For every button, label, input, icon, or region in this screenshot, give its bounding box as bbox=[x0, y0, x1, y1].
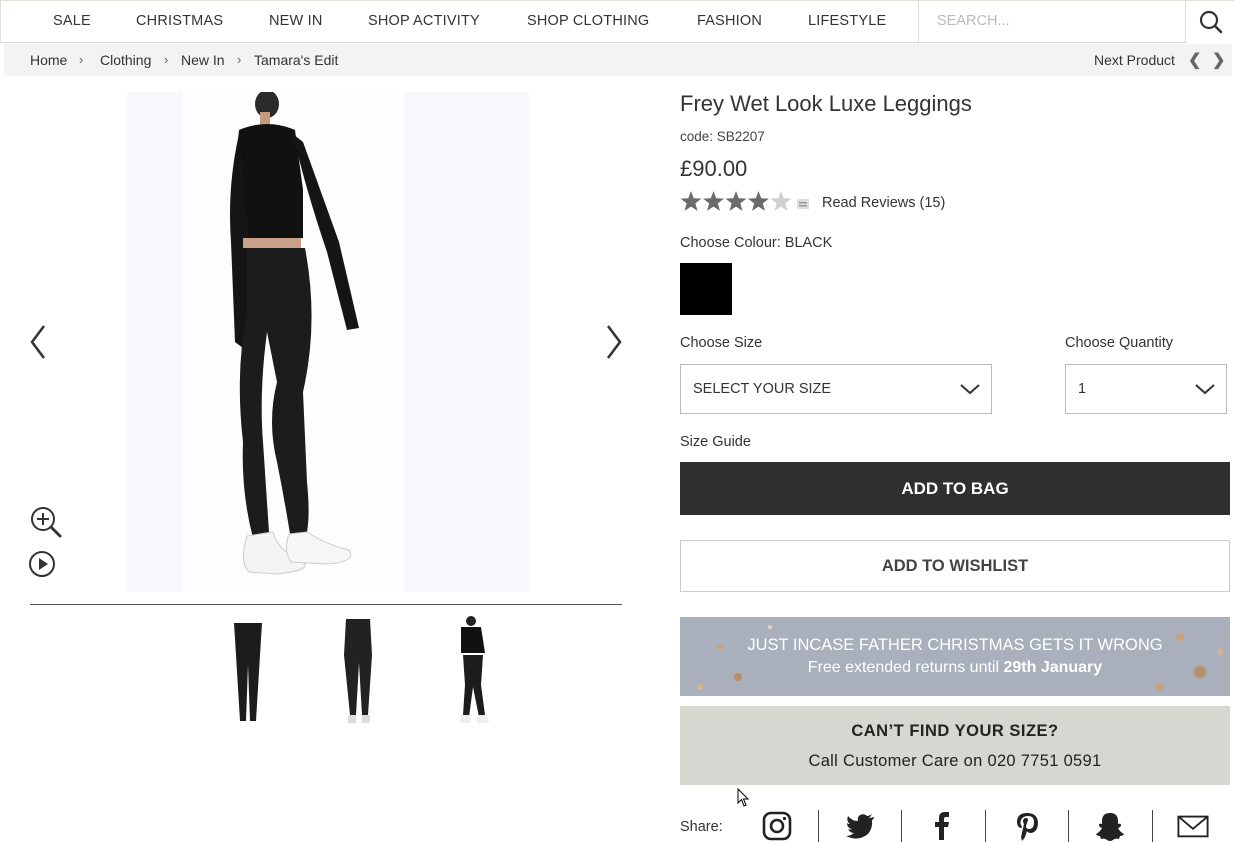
share-divider bbox=[985, 810, 986, 842]
nav-item-sale[interactable]: SALE bbox=[53, 13, 91, 29]
add-to-wishlist-button[interactable]: ADD TO WISHLIST bbox=[680, 540, 1230, 592]
breadcrumb-home[interactable]: Home bbox=[30, 52, 67, 68]
search-input[interactable] bbox=[937, 13, 1157, 29]
thumbnail-1[interactable] bbox=[220, 615, 276, 727]
nav-item-lifestyle[interactable]: LIFESTYLE bbox=[808, 13, 886, 29]
rating-star-icon bbox=[748, 191, 769, 211]
rating-star-icon bbox=[680, 191, 702, 211]
product-price: £90.00 bbox=[680, 156, 748, 181]
top-navigation: SALE CHRISTMAS NEW IN SHOP ACTIVITY SHOP… bbox=[0, 0, 1234, 44]
share-divider bbox=[1068, 810, 1069, 842]
share-divider bbox=[818, 810, 819, 842]
prev-product-arrow-icon[interactable]: ❮ bbox=[1188, 50, 1201, 70]
share-divider bbox=[1152, 810, 1153, 842]
facebook-icon[interactable] bbox=[926, 810, 958, 842]
promo-line-1: JUST INCASE FATHER CHRISTMAS GETS IT WRO… bbox=[747, 636, 1163, 654]
breadcrumb-new-in[interactable]: New In bbox=[181, 52, 225, 68]
choose-colour-label: Choose Colour: BLACK bbox=[680, 235, 833, 251]
pinterest-icon[interactable] bbox=[1011, 810, 1043, 842]
breadcrumb-separator: › bbox=[237, 52, 242, 67]
quantity-select-value: 1 bbox=[1078, 381, 1087, 397]
twitter-icon[interactable] bbox=[844, 810, 876, 842]
rating-star-icon bbox=[703, 191, 724, 211]
search-icon bbox=[1199, 10, 1223, 34]
size-select[interactable]: SELECT YOUR SIZE bbox=[680, 364, 992, 414]
choose-size-label: Choose Size bbox=[680, 335, 763, 351]
next-product-label[interactable]: Next Product bbox=[1094, 52, 1175, 68]
search-button[interactable] bbox=[1185, 1, 1234, 43]
review-comment-icon bbox=[797, 199, 809, 209]
email-icon[interactable] bbox=[1177, 810, 1209, 842]
promo-decoration bbox=[697, 625, 1223, 691]
cant-find-size-heading: CAN’T FIND YOUR SIZE? bbox=[851, 722, 1059, 740]
breadcrumb-current: Tamara's Edit bbox=[254, 52, 339, 68]
product-title: Frey Wet Look Luxe Leggings bbox=[680, 91, 972, 116]
nav-item-fashion[interactable]: FASHION bbox=[697, 13, 762, 29]
gallery-divider bbox=[30, 604, 622, 605]
play-video-icon[interactable] bbox=[28, 549, 58, 579]
customer-care-phone: Call Customer Care on 020 7751 0591 bbox=[808, 752, 1102, 770]
rating-star-icon bbox=[725, 191, 747, 211]
quantity-select[interactable]: 1 bbox=[1065, 364, 1227, 414]
nav-item-christmas[interactable]: CHRISTMAS bbox=[136, 13, 223, 29]
model-figure-image bbox=[230, 92, 359, 575]
gallery-prev-arrow-icon[interactable] bbox=[26, 322, 50, 362]
read-reviews-link[interactable]: Read Reviews (15) bbox=[822, 195, 945, 211]
snapchat-icon[interactable] bbox=[1094, 810, 1126, 842]
instagram-icon[interactable] bbox=[761, 810, 793, 842]
product-main-image[interactable] bbox=[127, 92, 529, 592]
customer-care-banner: CAN’T FIND YOUR SIZE? Call Customer Care… bbox=[680, 706, 1230, 785]
rating-stars bbox=[680, 191, 809, 211]
mouse-cursor-icon bbox=[737, 788, 750, 807]
breadcrumb-clothing[interactable]: Clothing bbox=[100, 52, 151, 68]
nav-item-shop-activity[interactable]: SHOP ACTIVITY bbox=[368, 13, 480, 29]
thumbnail-3[interactable] bbox=[445, 615, 501, 727]
size-guide-link[interactable]: Size Guide bbox=[680, 434, 751, 450]
nav-item-shop-clothing[interactable]: SHOP CLOTHING bbox=[527, 13, 649, 29]
breadcrumb-separator: › bbox=[79, 52, 84, 67]
add-to-bag-button[interactable]: ADD TO BAG bbox=[680, 462, 1230, 515]
choose-quantity-label: Choose Quantity bbox=[1065, 335, 1174, 351]
chevron-down-icon bbox=[960, 384, 980, 395]
nav-item-new-in[interactable]: NEW IN bbox=[269, 13, 323, 29]
share-label: Share: bbox=[680, 819, 723, 835]
promo-line-2: Free extended returns until 29th January bbox=[807, 659, 1103, 676]
thumbnail-2[interactable] bbox=[330, 615, 386, 727]
share-divider bbox=[901, 810, 902, 842]
promo-banner[interactable]: JUST INCASE FATHER CHRISTMAS GETS IT WRO… bbox=[680, 617, 1230, 696]
product-code: code: SB2207 bbox=[680, 129, 765, 144]
colour-swatch-black[interactable] bbox=[680, 263, 732, 315]
gallery-next-arrow-icon[interactable] bbox=[602, 322, 626, 362]
next-product-arrow-icon[interactable]: ❯ bbox=[1212, 50, 1225, 70]
rating-star-icon bbox=[770, 191, 792, 211]
breadcrumb: Home › Clothing › New In › Tamara's Edit… bbox=[4, 44, 1232, 76]
size-select-value: SELECT YOUR SIZE bbox=[693, 381, 832, 397]
zoom-in-icon[interactable] bbox=[28, 504, 64, 540]
search-box bbox=[918, 1, 1234, 44]
chevron-down-icon bbox=[1195, 384, 1215, 395]
breadcrumb-separator: › bbox=[164, 52, 169, 67]
